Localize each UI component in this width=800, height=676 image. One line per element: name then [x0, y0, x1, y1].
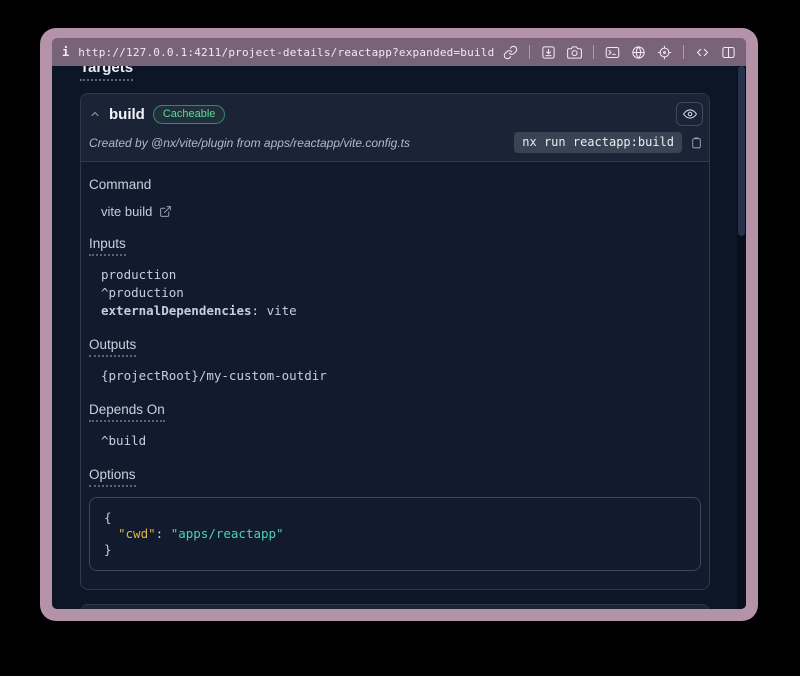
inputs-section: Inputs production ^production externalDe…	[89, 235, 701, 320]
json-cwd-line: "cwd": "apps/reactapp"	[104, 526, 686, 542]
toolbar-separator	[529, 45, 530, 59]
created-by-text: Created by @nx/vite/plugin from apps/rea…	[89, 136, 410, 150]
input-item: externalDependencies: vite	[101, 302, 701, 320]
globe-icon[interactable]	[631, 45, 646, 60]
outputs-label: Outputs	[89, 337, 136, 357]
target-name-build[interactable]: build	[109, 106, 145, 123]
json-close-brace: }	[104, 542, 686, 558]
project-details-content: Targets build Cacheable	[52, 66, 737, 609]
depends-on-section: Depends On ^build	[89, 401, 701, 450]
external-link-icon[interactable]	[159, 205, 172, 218]
depends-on-label: Depends On	[89, 402, 165, 422]
outputs-section: Outputs {projectRoot}/my-custom-outdir	[89, 336, 701, 385]
link-icon[interactable]	[503, 45, 518, 60]
build-card-body: Command vite build	[81, 162, 709, 589]
command-value: vite build	[101, 204, 152, 219]
target-card-serve: serve vite serve	[80, 604, 710, 609]
serve-card-header: serve vite serve	[81, 605, 709, 609]
options-section: Options { "cwd": "apps/reactapp" }	[89, 466, 701, 571]
options-label: Options	[89, 467, 136, 487]
input-item: ^production	[101, 284, 701, 302]
output-item: {projectRoot}/my-custom-outdir	[101, 367, 701, 385]
target-icon[interactable]	[657, 45, 672, 60]
scrollbar-thumb[interactable]	[738, 66, 745, 236]
depends-on-item: ^build	[101, 432, 701, 450]
copy-command-button[interactable]	[690, 136, 703, 150]
toolbar-separator	[683, 45, 684, 59]
page-viewport: Targets build Cacheable	[52, 66, 746, 609]
split-view-icon[interactable]	[721, 45, 736, 60]
json-open-brace: {	[104, 510, 686, 526]
info-icon[interactable]: i	[62, 45, 69, 59]
build-card-header: build Cacheable Created by @nx/vite/plug…	[81, 94, 709, 162]
toolbar-separator	[593, 45, 594, 59]
code-icon[interactable]	[695, 45, 710, 60]
screenshot-stage: i http://127.0.0.1:4211/project-details/…	[0, 0, 800, 676]
options-json-block: { "cwd": "apps/reactapp" }	[89, 497, 701, 571]
eye-icon	[683, 107, 697, 121]
chevron-up-icon[interactable]	[89, 108, 101, 120]
run-command-chip[interactable]: nx run reactapp:build	[514, 132, 682, 153]
view-in-graph-button[interactable]	[676, 102, 703, 126]
toolbar-actions	[503, 45, 736, 60]
browser-window: i http://127.0.0.1:4211/project-details/…	[40, 28, 758, 621]
download-icon[interactable]	[541, 45, 556, 60]
input-item: production	[101, 266, 701, 284]
command-section: Command vite build	[89, 176, 701, 219]
inputs-label: Inputs	[89, 236, 126, 256]
targets-heading: Targets	[80, 66, 133, 81]
terminal-icon[interactable]	[605, 45, 620, 60]
scrollbar[interactable]	[737, 66, 746, 609]
url-bar[interactable]: http://127.0.0.1:4211/project-details/re…	[78, 46, 494, 59]
browser-toolbar: i http://127.0.0.1:4211/project-details/…	[52, 38, 746, 66]
copy-icon	[690, 136, 703, 150]
target-card-build: build Cacheable Created by @nx/vite/plug…	[80, 93, 710, 590]
camera-icon[interactable]	[567, 45, 582, 60]
command-label: Command	[89, 177, 151, 192]
cacheable-badge: Cacheable	[153, 105, 226, 124]
